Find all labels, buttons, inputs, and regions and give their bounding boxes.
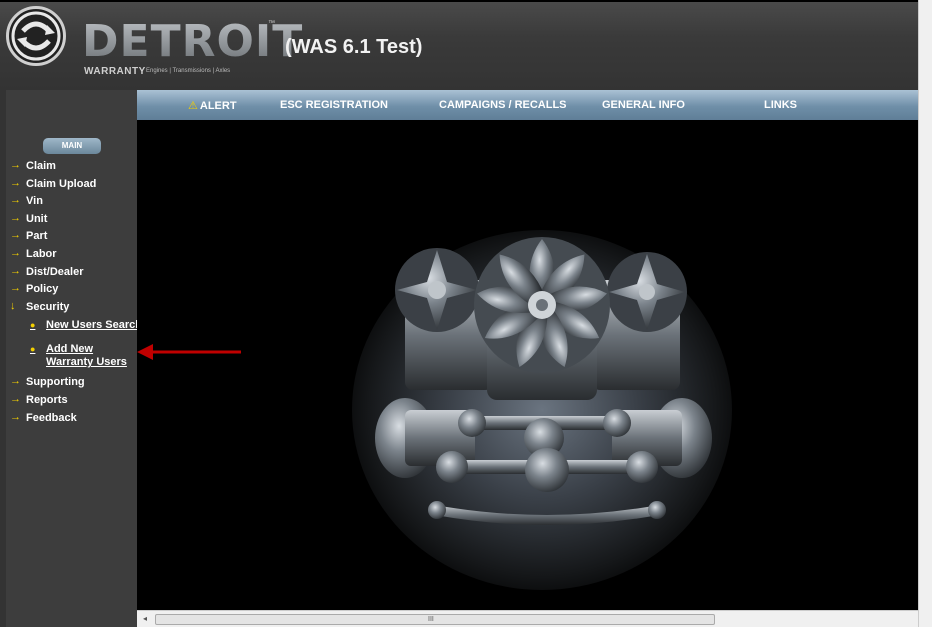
bullet-icon: ● <box>30 344 36 355</box>
sidebar-subitem-add-new-warranty-users[interactable]: ● Add New Warranty Users <box>30 337 144 375</box>
arrow-right-icon: → <box>10 375 21 388</box>
sidebar-item-claim-upload[interactable]: → Claim Upload <box>10 177 144 195</box>
nav-general-info[interactable]: GENERAL INFO <box>602 99 685 111</box>
arrow-right-icon: → <box>10 194 21 207</box>
sidebar-item-label: Dist/Dealer <box>26 265 84 278</box>
nav-links[interactable]: LINKS <box>764 99 797 111</box>
axles <box>428 409 666 525</box>
main-button[interactable]: MAIN <box>43 138 101 154</box>
warning-icon: ⚠ <box>188 100 198 112</box>
sidebar-item-unit[interactable]: → Unit <box>10 212 144 230</box>
sidebar-item-label: Unit <box>26 212 48 225</box>
sidebar-item-label: Claim Upload <box>26 177 97 190</box>
arrow-right-icon: → <box>10 264 21 277</box>
nav-esc-registration[interactable]: ESC REGISTRATION <box>280 99 388 111</box>
annotation-arrow-icon <box>137 344 241 360</box>
nav-alert[interactable]: ⚠ ALERT <box>188 99 237 112</box>
warranty-label: WARRANTY <box>84 66 146 77</box>
horizontal-scrollbar[interactable]: ◂ III <box>137 610 918 627</box>
nav-campaigns-recalls[interactable]: CAMPAIGNS / RECALLS <box>439 99 567 111</box>
site-header: DETROIT ™ WARRANTY Engines | Transmissio… <box>0 0 918 90</box>
browser-frame: DETROIT ™ WARRANTY Engines | Transmissio… <box>0 0 932 627</box>
sidebar-item-label: Vin <box>26 195 43 208</box>
scroll-left-icon[interactable]: ◂ <box>139 613 151 625</box>
sidebar-item-label: Policy <box>26 283 59 296</box>
arrow-right-icon: → <box>10 282 21 295</box>
scrollbar-grip: III <box>428 616 434 623</box>
sidebar-item-claim[interactable]: → Claim <box>10 159 144 177</box>
sidebar-subitem-label: New Users Search <box>46 319 142 332</box>
sidebar-item-label: Labor <box>26 247 57 260</box>
page-title: (WAS 6.1 Test) <box>285 36 423 58</box>
arrow-right-icon: → <box>10 176 21 189</box>
center-engine <box>474 237 610 400</box>
scrollbar-thumb[interactable]: III <box>155 614 715 625</box>
sidebar-item-labor[interactable]: → Labor <box>10 247 144 265</box>
sidebar-item-policy[interactable]: → Policy <box>10 282 144 300</box>
sidebar: MAIN → Claim → Claim Upload → Vin → Unit… <box>0 90 142 627</box>
scroll-up-icon[interactable] <box>919 0 932 14</box>
sidebar-item-label: Supporting <box>26 376 85 389</box>
sidebar-item-dist-dealer[interactable]: → Dist/Dealer <box>10 265 144 283</box>
brand-tagline: Engines | Transmissions | Axles <box>146 68 231 74</box>
arrow-right-icon: → <box>10 246 21 259</box>
arrow-right-icon: → <box>10 410 21 423</box>
arrow-right-icon: → <box>10 211 21 224</box>
sidebar-item-label: Claim <box>26 160 56 172</box>
sidebar-item-reports[interactable]: → Reports <box>10 393 144 411</box>
top-nav-bar: ⚠ ALERT ESC REGISTRATION CAMPAIGNS / RECA… <box>137 90 918 120</box>
arrow-down-icon: ↓ <box>10 299 16 312</box>
sidebar-item-vin[interactable]: → Vin <box>10 194 144 212</box>
sidebar-item-supporting[interactable]: → Supporting <box>10 375 144 393</box>
sidebar-item-label: Reports <box>26 393 68 406</box>
sidebar-menu: → Claim → Claim Upload → Vin → Unit → Pa… <box>10 159 144 428</box>
trademark: ™ <box>268 20 275 27</box>
main-content <box>137 120 918 610</box>
nav-alert-label: ALERT <box>199 100 237 112</box>
sidebar-item-label: Security <box>26 300 70 313</box>
sidebar-item-part[interactable]: → Part <box>10 229 144 247</box>
vertical-scrollbar[interactable] <box>918 0 932 627</box>
arrow-right-icon: → <box>10 229 21 242</box>
sidebar-item-feedback[interactable]: → Feedback <box>10 411 144 429</box>
sidebar-subitem-label: Add New Warranty Users <box>46 343 127 369</box>
arrow-right-icon: → <box>10 159 21 171</box>
sidebar-item-security[interactable]: ↓ Security <box>10 300 144 318</box>
engines-transmissions-axles-image <box>375 237 712 525</box>
detroit-logo-icon <box>6 6 66 66</box>
sidebar-item-label: Part <box>26 230 48 243</box>
arrow-right-icon: → <box>10 392 21 405</box>
sidebar-item-label: Feedback <box>26 411 77 424</box>
bullet-icon: ● <box>30 320 36 331</box>
sidebar-subitem-new-users-search[interactable]: ● New Users Search <box>30 317 144 337</box>
